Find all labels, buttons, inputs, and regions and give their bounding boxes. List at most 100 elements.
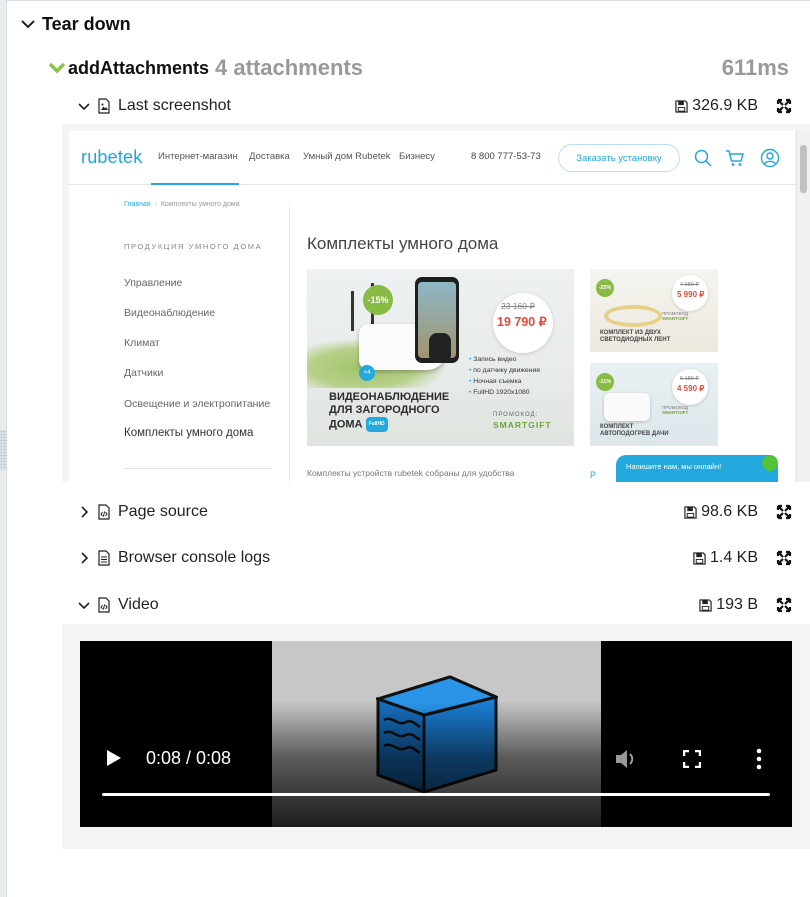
section-title: Tear down [42,13,131,34]
promo-banner: -15% ×4 23 160 ₽ 19 790 ₽ Запись видео п… [307,269,574,446]
website-screenshot: rubetek Интернет-магазин Доставка Умный … [69,131,795,482]
top-divider [7,0,810,1]
caption-line: АВТОПОДОГРЕВ ДАЧИ [600,431,669,437]
attachment-row-console-logs[interactable]: Browser console logs 1.4 KB [76,547,796,569]
attachment-size-text: 326.9 KB [692,97,758,114]
attachment-label: Page source [118,503,208,520]
breadcrumb: Главная › Комплекты умного дома [124,201,240,208]
mini-banner: -11% 5 180 ₽ 4 590 ₽ ПРОМОКОД SMARTGIFT К… [590,363,718,446]
screenshot-scrollbar[interactable] [796,131,810,482]
old-price: 5 180 ₽ [680,376,699,382]
fullscreen-icon[interactable] [776,597,792,613]
attachment-label: Last screenshot [118,97,231,114]
attachment-size: 326.9 KB [675,97,758,115]
multiplier-badge: ×4 [359,365,375,381]
step-row[interactable]: addAttachments 4 attachments 611ms [48,55,792,81]
attachment-size: 98.6 KB [684,503,758,521]
feature-item: по датчику движения [469,365,540,376]
led-strip-image [604,305,662,327]
teardown-header[interactable]: Tear down [20,12,131,36]
cart-icon [726,150,744,166]
save-icon [675,99,688,113]
step-duration: 611ms [721,55,789,80]
user-icon [760,148,780,168]
page-heading: Комплекты умного дома [307,234,499,253]
mini-banner: -25% 7 980 ₽ 5 990 ₽ ПРОМОКОД SMARTGIFT К… [590,269,718,352]
attachment-row-video[interactable]: Video 193 B [76,594,796,616]
promo-code: SMARTGIFT [662,316,689,321]
attachment-row-screenshot[interactable]: Last screenshot 326.9 KB [76,95,796,117]
banner-title-line: ВИДЕОНАБЛЮДЕНИЕ [329,391,450,403]
attachment-size: 193 B [699,596,758,614]
check-chevron-icon [48,60,66,76]
fullhd-badge: FullHD [365,417,388,432]
promo: ПРОМОКОД SMARTGIFT [662,311,688,321]
old-price: 7 980 ₽ [680,282,699,288]
discount-badge: -11% [596,373,614,391]
site-logo: rubetek [81,147,143,167]
heater-image [604,393,650,421]
banner-title-line: ДЛЯ ЗАГОРОДНОГО [329,404,440,416]
chat-online-dot [762,455,778,471]
breadcrumb-current: Комплекты умного дома [160,201,240,208]
sidebar-item: Видеонаблюдение [124,307,216,319]
fullscreen-icon[interactable] [776,550,792,566]
search-icon [694,149,712,167]
attachment-size-text: 98.6 KB [701,503,758,520]
fullscreen-icon[interactable] [776,504,792,520]
save-icon [693,551,706,565]
new-price: 5 990 ₽ [677,290,705,299]
description-fragment: Р [590,470,597,480]
save-icon [699,598,712,612]
attachment-row-page-source[interactable]: Page source 98.6 KB [76,501,796,523]
video-time: 0:08 / 0:08 [146,748,232,768]
content-divider [289,206,290,482]
video-container: 0:08 / 0:08 [62,624,810,849]
sidebar-item: Освещение и электропитание [124,398,271,410]
resize-handle[interactable] [0,430,7,470]
text-file-icon [96,550,112,566]
chevron-down-icon [76,98,92,114]
description-text: Комплекты устройств rubetek собраны для … [307,468,515,478]
code-file-icon [96,597,112,613]
image-file-icon [96,98,112,114]
save-icon [684,505,697,519]
new-price: 19 790 ₽ [497,315,547,329]
chat-widget: Напишите нам, мы онлайн! [616,455,778,482]
nav-item: Доставка [249,151,290,162]
camera-lens [429,333,451,363]
promo: ПРОМОКОД SMARTGIFT [662,405,688,415]
play-icon[interactable] [106,749,122,767]
attachment-size-text: 1.4 KB [709,549,758,566]
step-name: addAttachments [68,57,210,78]
feature-item: FullHD 1920x1080 [469,387,540,398]
site-phone: 8 800 777-53-73 [471,151,541,162]
chevron-right-icon [76,550,92,566]
chevron-down-icon [76,597,92,613]
chevron-down-icon [20,16,36,32]
code-file-icon [96,504,112,520]
mini-caption: КОМПЛЕКТ ИЗ ДВУХ СВЕТОДИОДНЫХ ЛЕНТ [600,330,670,344]
attachment-size: 1.4 KB [693,549,758,567]
report-page: Tear down addAttachments 4 attachments 6… [0,0,810,897]
sidebar-item: Управление [124,277,183,289]
feature-list: Запись видео по датчику движения Ночная … [469,354,540,398]
site-header: rubetek Интернет-магазин Доставка Умный … [69,131,795,185]
fullscreen-icon[interactable] [683,750,701,768]
feature-item: Ночная съемка [469,376,540,387]
promo-code: SMARTGIFT [493,420,552,430]
more-options-icon[interactable] [756,748,762,770]
video-progress-bar[interactable] [102,793,770,796]
sidebar-title: ПРОДУКЦИЯ УМНОГО ДОМА [124,242,263,251]
scrollbar-thumb[interactable] [800,145,807,193]
volume-icon[interactable] [614,748,638,770]
banner-title: ВИДЕОНАБЛЮДЕНИЕ ДЛЯ ЗАГОРОДНОГО ДОМА Ful… [329,391,449,432]
nav-underline [151,183,239,185]
chevron-right-icon [76,504,92,520]
attachment-size-text: 193 B [716,596,758,613]
order-button: Заказать установку [558,144,680,172]
video-player[interactable]: 0:08 / 0:08 [80,641,792,827]
caption-line: СВЕТОДИОДНЫХ ЛЕНТ [600,337,671,343]
fullscreen-icon[interactable] [776,98,792,114]
screenshot-preview[interactable]: rubetek Интернет-магазин Доставка Умный … [62,124,810,482]
